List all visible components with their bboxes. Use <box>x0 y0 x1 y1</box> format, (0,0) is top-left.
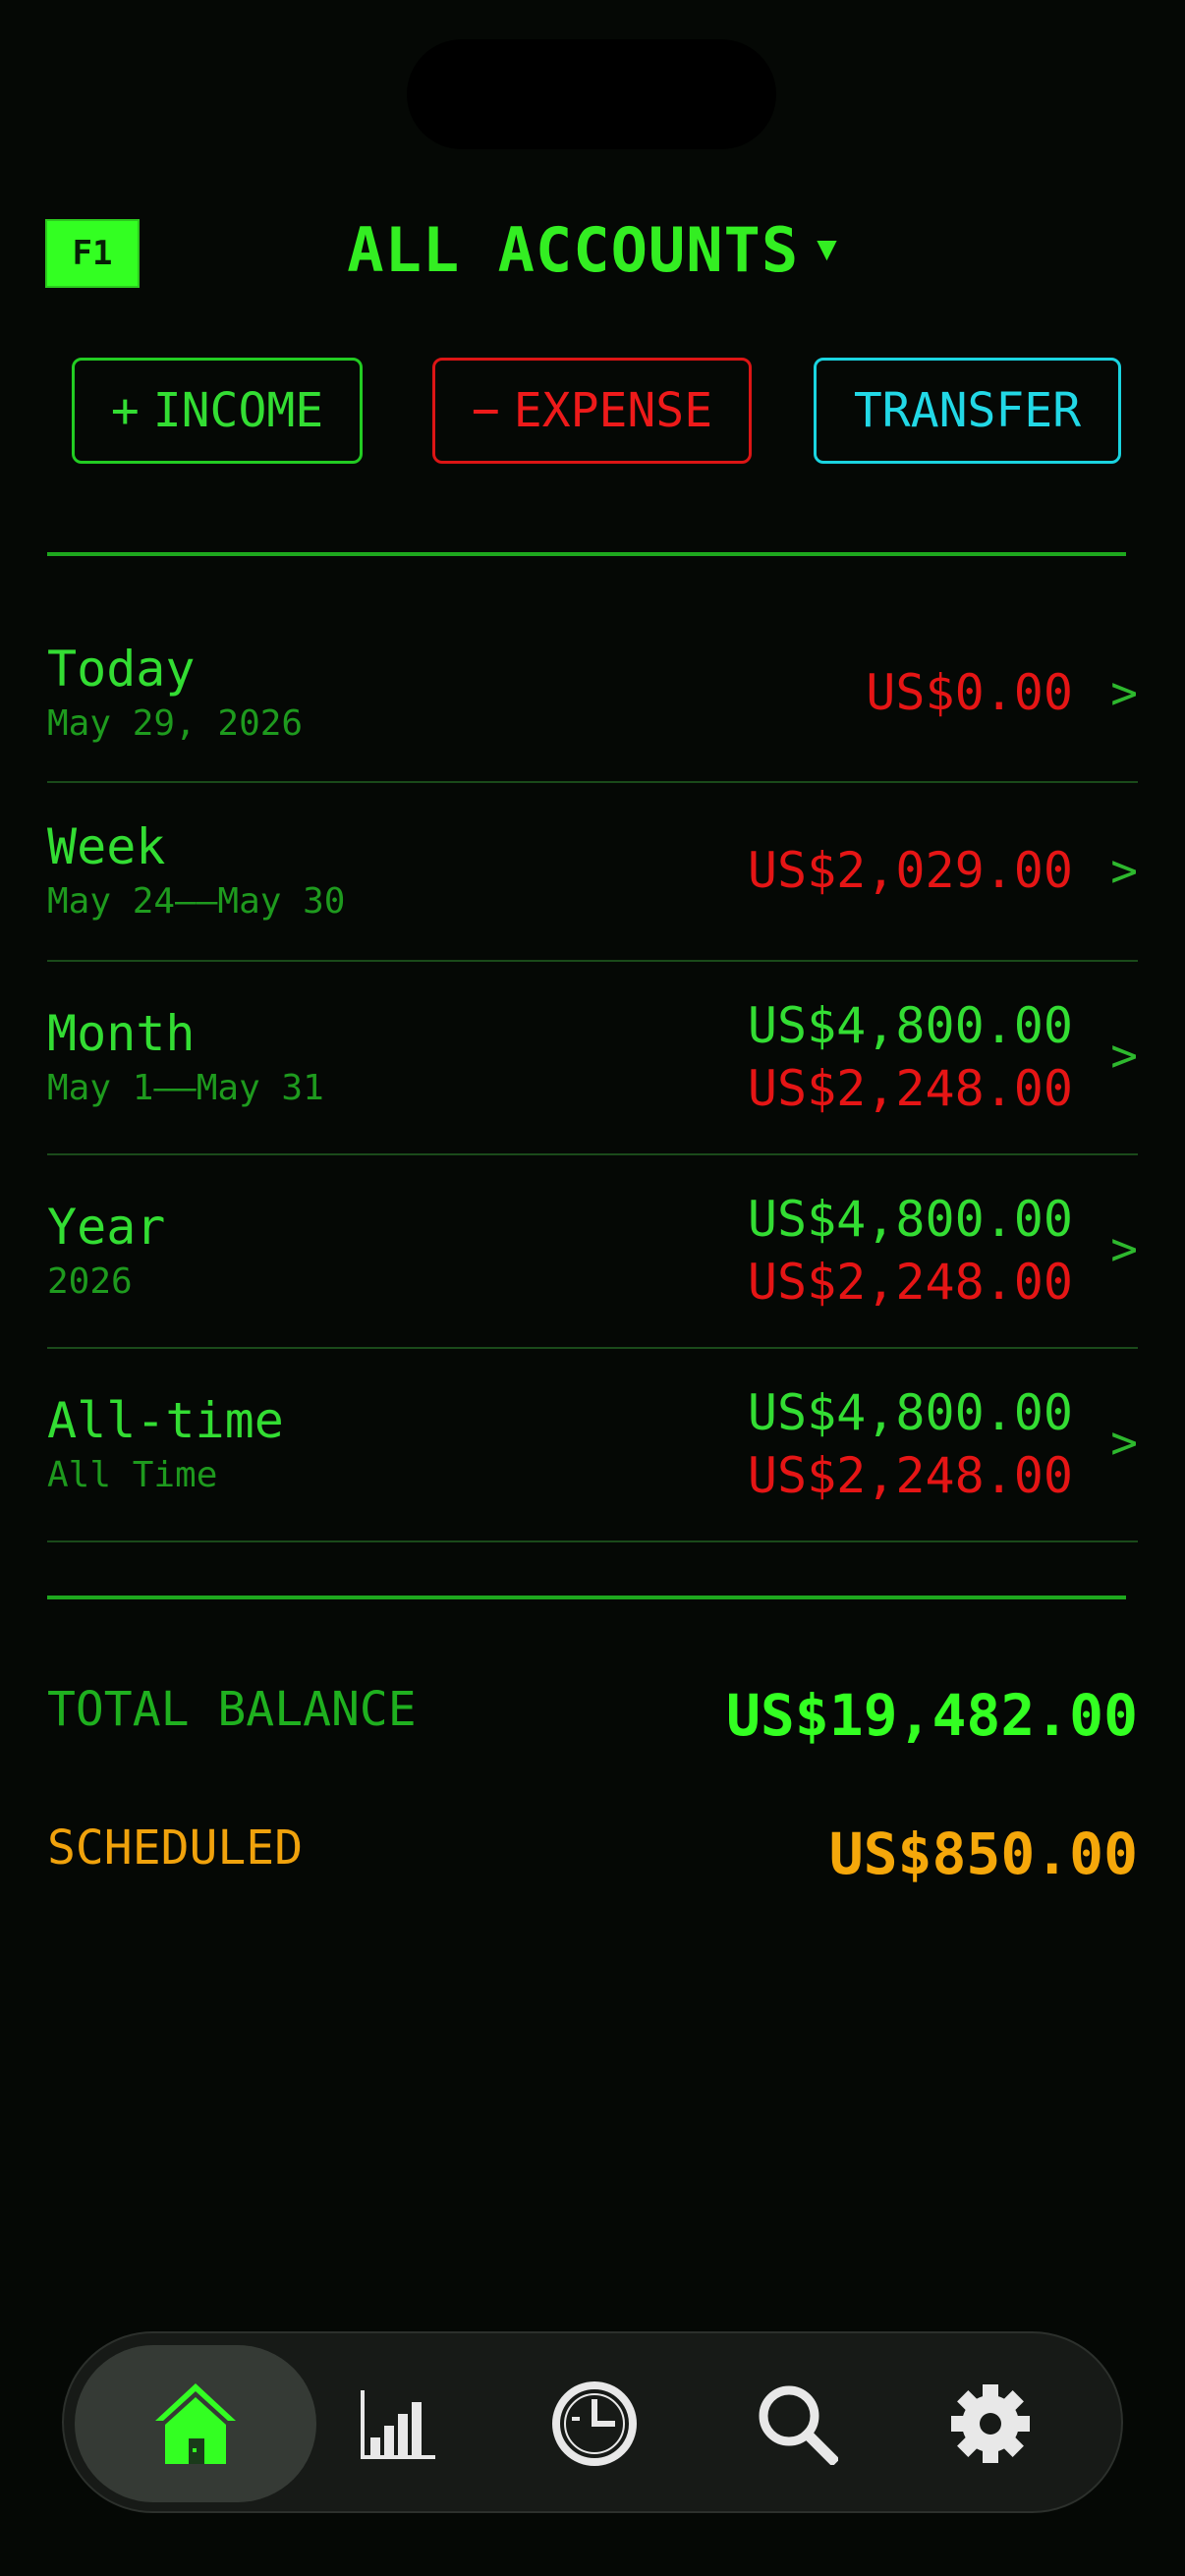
income-amount: US$4,800.00 <box>747 997 1073 1054</box>
scheduled-value[interactable]: US$850.00 <box>829 1820 1138 1887</box>
chevron-right-icon: > <box>1110 1416 1138 1469</box>
period-label: All-time <box>47 1392 284 1449</box>
transfer-button[interactable]: TRANSFER <box>814 358 1121 464</box>
period-row-year[interactable]: Year 2026 US$4,800.00 US$2,248.00 > <box>47 1155 1138 1349</box>
period-date: 2026 <box>47 1261 133 1302</box>
period-row-month[interactable]: Month May 1——May 31 US$4,800.00 US$2,248… <box>47 962 1138 1155</box>
expense-amount: US$2,248.00 <box>747 1060 1073 1117</box>
income-amount: US$4,800.00 <box>747 1191 1073 1248</box>
page-title: ALL ACCOUNTS <box>347 214 800 286</box>
dynamic-island <box>407 39 776 149</box>
expense-amount: US$0.00 <box>866 664 1073 721</box>
scheduled-label: SCHEDULED <box>47 1820 304 1876</box>
expense-label: EXPENSE <box>513 383 713 438</box>
account-selector[interactable]: ALL ACCOUNTS ▼ <box>0 214 1185 286</box>
home-icon <box>155 2383 236 2464</box>
add-income-button[interactable]: + INCOME <box>72 358 363 464</box>
chevron-right-icon: > <box>1110 1029 1138 1082</box>
period-date: May 24——May 30 <box>47 881 346 922</box>
total-balance-value: US$19,482.00 <box>725 1682 1138 1749</box>
dropdown-caret-icon: ▼ <box>817 228 838 268</box>
top-divider <box>47 552 1126 556</box>
plus-icon: + <box>110 383 140 438</box>
tab-home[interactable] <box>75 2345 316 2502</box>
minus-icon: − <box>471 383 500 438</box>
income-amount: US$4,800.00 <box>747 1384 1073 1441</box>
period-row-all-time[interactable]: All-time All Time US$4,800.00 US$2,248.0… <box>47 1349 1138 1542</box>
period-row-week[interactable]: Week May 24——May 30 US$2,029.00 > <box>47 783 1138 962</box>
tab-scheduled[interactable] <box>496 2345 693 2502</box>
period-date: All Time <box>47 1455 218 1495</box>
expense-amount: US$2,248.00 <box>747 1447 1073 1504</box>
gear-icon <box>951 2384 1030 2463</box>
period-label: Year <box>47 1199 166 1256</box>
period-row-today[interactable]: Today May 29, 2026 US$0.00 > <box>47 613 1138 783</box>
tab-bar <box>62 2331 1123 2513</box>
period-date: May 1——May 31 <box>47 1068 324 1108</box>
tab-search[interactable] <box>699 2345 895 2502</box>
chevron-right-icon: > <box>1110 666 1138 719</box>
tab-reports[interactable] <box>300 2345 496 2502</box>
total-balance-label: TOTAL BALANCE <box>47 1682 417 1737</box>
period-date: May 29, 2026 <box>47 703 304 744</box>
expense-amount: US$2,248.00 <box>747 1254 1073 1311</box>
bar-chart-icon <box>361 2390 435 2459</box>
chevron-right-icon: > <box>1110 1222 1138 1275</box>
period-label: Today <box>47 641 196 698</box>
clock-icon <box>552 2381 637 2466</box>
bottom-divider <box>47 1596 1126 1599</box>
tab-settings[interactable] <box>892 2345 1089 2502</box>
income-label: INCOME <box>152 383 324 438</box>
period-label: Month <box>47 1005 196 1062</box>
period-label: Week <box>47 818 166 875</box>
search-icon <box>759 2385 838 2465</box>
expense-amount: US$2,029.00 <box>747 842 1073 899</box>
transfer-label: TRANSFER <box>853 383 1082 438</box>
chevron-right-icon: > <box>1110 844 1138 897</box>
add-expense-button[interactable]: − EXPENSE <box>432 358 752 464</box>
